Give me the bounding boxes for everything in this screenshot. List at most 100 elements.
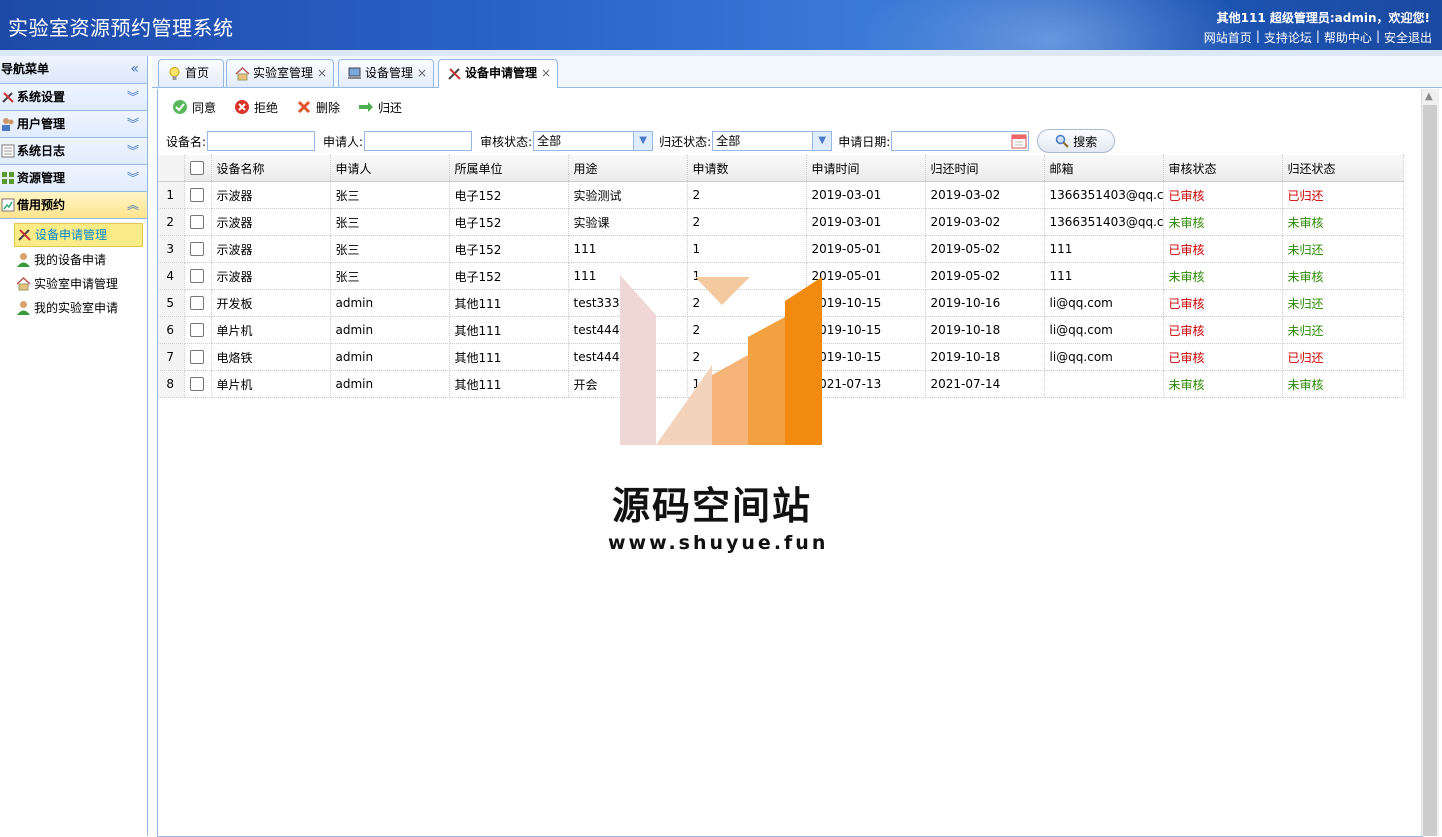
submenu-label: 我的实验室申请 xyxy=(34,301,119,315)
data-grid: 设备名称 申请人 所属单位 用途 申请数 申请时间 归还时间 邮箱 审核状态 归… xyxy=(158,155,1404,398)
audit-status-label: 审核状态: xyxy=(480,134,533,149)
row-checkbox[interactable] xyxy=(184,208,212,236)
table-row[interactable]: 7 电烙铁 admin 其他111 test444 2 2019-10-15 2019-10-… xyxy=(158,343,1404,371)
chevron-down-icon[interactable]: ▼ xyxy=(812,132,832,150)
table-row[interactable]: 4 示波器 张三 电子152 111 1 2019-05-01 2019-05-02 111 未审… xyxy=(158,262,1404,290)
row-checkbox[interactable] xyxy=(184,181,212,209)
row-checkbox[interactable] xyxy=(184,343,212,371)
table-row[interactable]: 8 单片机 admin 其他111 开会 1 2021-07-13 2021-07-14 未审核… xyxy=(158,370,1404,398)
row-number: 2 xyxy=(158,208,185,236)
submenu-my-device-application[interactable]: 我的设备申请 xyxy=(14,249,143,271)
vertical-scrollbar[interactable]: ▲ xyxy=(1421,89,1439,836)
row-number: 3 xyxy=(158,235,185,263)
chevron-up-icon: ︽ xyxy=(126,198,139,212)
return-button[interactable]: 归还 xyxy=(358,97,402,117)
table-row[interactable]: 1 示波器 张三 电子152 实验测试 2 2019-03-01 2019-03-02 1366… xyxy=(158,181,1404,209)
menu-system-log[interactable]: 系统日志 ︾ xyxy=(0,138,147,165)
cell-apply-time: 2019-03-01 xyxy=(806,181,926,209)
cell-applicant: 张三 xyxy=(330,262,450,290)
link-logout[interactable]: 安全退出 xyxy=(1384,29,1432,46)
col-return-time[interactable]: 归还时间 xyxy=(925,155,1045,182)
return-status-select[interactable]: 全部 ▼ xyxy=(712,131,833,151)
user-icon xyxy=(17,253,30,267)
col-unit[interactable]: 所属单位 xyxy=(449,155,569,182)
link-site-home[interactable]: 网站首页 xyxy=(1204,29,1252,46)
table-row[interactable]: 2 示波器 张三 电子152 实验课 2 2019-03-01 2019-03-02 13663… xyxy=(158,208,1404,236)
delete-button[interactable]: 删除 xyxy=(296,97,340,117)
home-icon xyxy=(16,276,31,291)
device-name-input[interactable] xyxy=(207,131,316,151)
submenu-my-lab-application[interactable]: 我的实验室申请 xyxy=(14,297,143,319)
close-icon[interactable]: × xyxy=(541,66,551,80)
cell-applicant: admin xyxy=(330,316,450,344)
approve-button[interactable]: 同意 xyxy=(172,97,216,117)
link-forum[interactable]: 支持论坛 xyxy=(1264,29,1312,46)
cell-return-status: 未审核 xyxy=(1282,208,1404,236)
cell-return-status: 未归还 xyxy=(1282,289,1404,317)
search-button[interactable]: 搜索 xyxy=(1037,129,1116,153)
table-row[interactable]: 6 单片机 admin 其他111 test444 2 2019-10-15 2019-10-… xyxy=(158,316,1404,344)
checkbox-icon[interactable] xyxy=(190,242,204,257)
cell-quantity: 2 xyxy=(687,289,807,317)
row-checkbox[interactable] xyxy=(184,235,212,263)
col-return-status[interactable]: 归还状态 xyxy=(1282,155,1404,182)
menu-borrow-reservation[interactable]: 借用预约 ︽ xyxy=(0,192,147,219)
col-email[interactable]: 邮箱 xyxy=(1044,155,1164,182)
applicant-input[interactable] xyxy=(364,131,473,151)
scrollbar-thumb[interactable] xyxy=(1423,105,1437,836)
audit-status-select[interactable]: 全部 ▼ xyxy=(533,131,654,151)
table-row[interactable]: 3 示波器 张三 电子152 111 1 2019-05-01 2019-05-02 111 已审… xyxy=(158,235,1404,263)
cancel-icon xyxy=(235,100,250,114)
calendar-icon[interactable] xyxy=(1011,133,1027,149)
apply-date-input[interactable] xyxy=(891,131,1030,151)
reject-button[interactable]: 拒绝 xyxy=(234,97,278,117)
checkbox-icon[interactable] xyxy=(190,161,204,176)
checkbox-icon[interactable] xyxy=(190,269,204,284)
link-help[interactable]: 帮助中心 xyxy=(1324,29,1372,46)
menu-label: 系统设置 xyxy=(17,90,66,104)
tab-device-application-management[interactable]: 设备申请管理 × xyxy=(438,59,558,88)
row-checkbox[interactable] xyxy=(184,289,212,317)
cell-applicant: admin xyxy=(330,343,450,371)
checkbox-icon[interactable] xyxy=(190,377,204,392)
row-number: 6 xyxy=(158,316,185,344)
tab-lab-management[interactable]: 实验室管理 × xyxy=(226,59,334,87)
cell-quantity: 2 xyxy=(687,316,807,344)
menu-system-settings[interactable]: 系统设置 ︾ xyxy=(0,84,147,111)
scroll-up-icon[interactable]: ▲ xyxy=(1425,91,1433,102)
row-checkbox[interactable] xyxy=(184,316,212,344)
checkbox-icon[interactable] xyxy=(190,296,204,311)
main-panel: 同意 拒绝 删除 归还 设备名: 申请人: 审核状态: 全部 ▼ 归还状态: 全… xyxy=(157,89,1423,837)
table-row[interactable]: 5 开发板 admin 其他111 test333 2 2019-10-15 2019-10-… xyxy=(158,289,1404,317)
submenu-device-application-management[interactable]: 设备申请管理 xyxy=(14,223,143,247)
select-all-checkbox[interactable] xyxy=(184,155,212,182)
checkbox-icon[interactable] xyxy=(190,350,204,365)
tab-home[interactable]: 首页 xyxy=(158,59,224,87)
cell-device-name: 示波器 xyxy=(211,235,331,263)
tools-icon xyxy=(18,229,31,241)
chevron-down-icon[interactable]: ▼ xyxy=(633,132,653,150)
cell-return-status: 已归还 xyxy=(1282,343,1404,371)
tab-label: 实验室管理 xyxy=(253,66,314,80)
cell-return-status: 未审核 xyxy=(1282,370,1404,398)
submenu-lab-application-management[interactable]: 实验室申请管理 xyxy=(14,273,143,295)
close-icon[interactable]: × xyxy=(317,66,327,80)
row-checkbox[interactable] xyxy=(184,262,212,290)
col-apply-time[interactable]: 申请时间 xyxy=(806,155,926,182)
checkbox-icon[interactable] xyxy=(190,323,204,338)
col-purpose[interactable]: 用途 xyxy=(568,155,688,182)
grid-body: 1 示波器 张三 电子152 实验测试 2 2019-03-01 2019-03-02 1366… xyxy=(158,181,1404,398)
menu-user-management[interactable]: 用户管理 ︾ xyxy=(0,111,147,138)
col-applicant[interactable]: 申请人 xyxy=(330,155,450,182)
cell-return-time: 2019-10-18 xyxy=(925,316,1045,344)
col-audit-status[interactable]: 审核状态 xyxy=(1163,155,1283,182)
tab-device-management[interactable]: 设备管理 × xyxy=(338,59,434,87)
checkbox-icon[interactable] xyxy=(190,215,204,230)
collapse-icon[interactable]: « xyxy=(130,56,139,83)
row-checkbox[interactable] xyxy=(184,370,212,398)
menu-resource-management[interactable]: 资源管理 ︾ xyxy=(0,165,147,192)
close-icon[interactable]: × xyxy=(417,66,427,80)
col-quantity[interactable]: 申请数 xyxy=(687,155,807,182)
col-device-name[interactable]: 设备名称 xyxy=(211,155,331,182)
checkbox-icon[interactable] xyxy=(190,188,204,203)
